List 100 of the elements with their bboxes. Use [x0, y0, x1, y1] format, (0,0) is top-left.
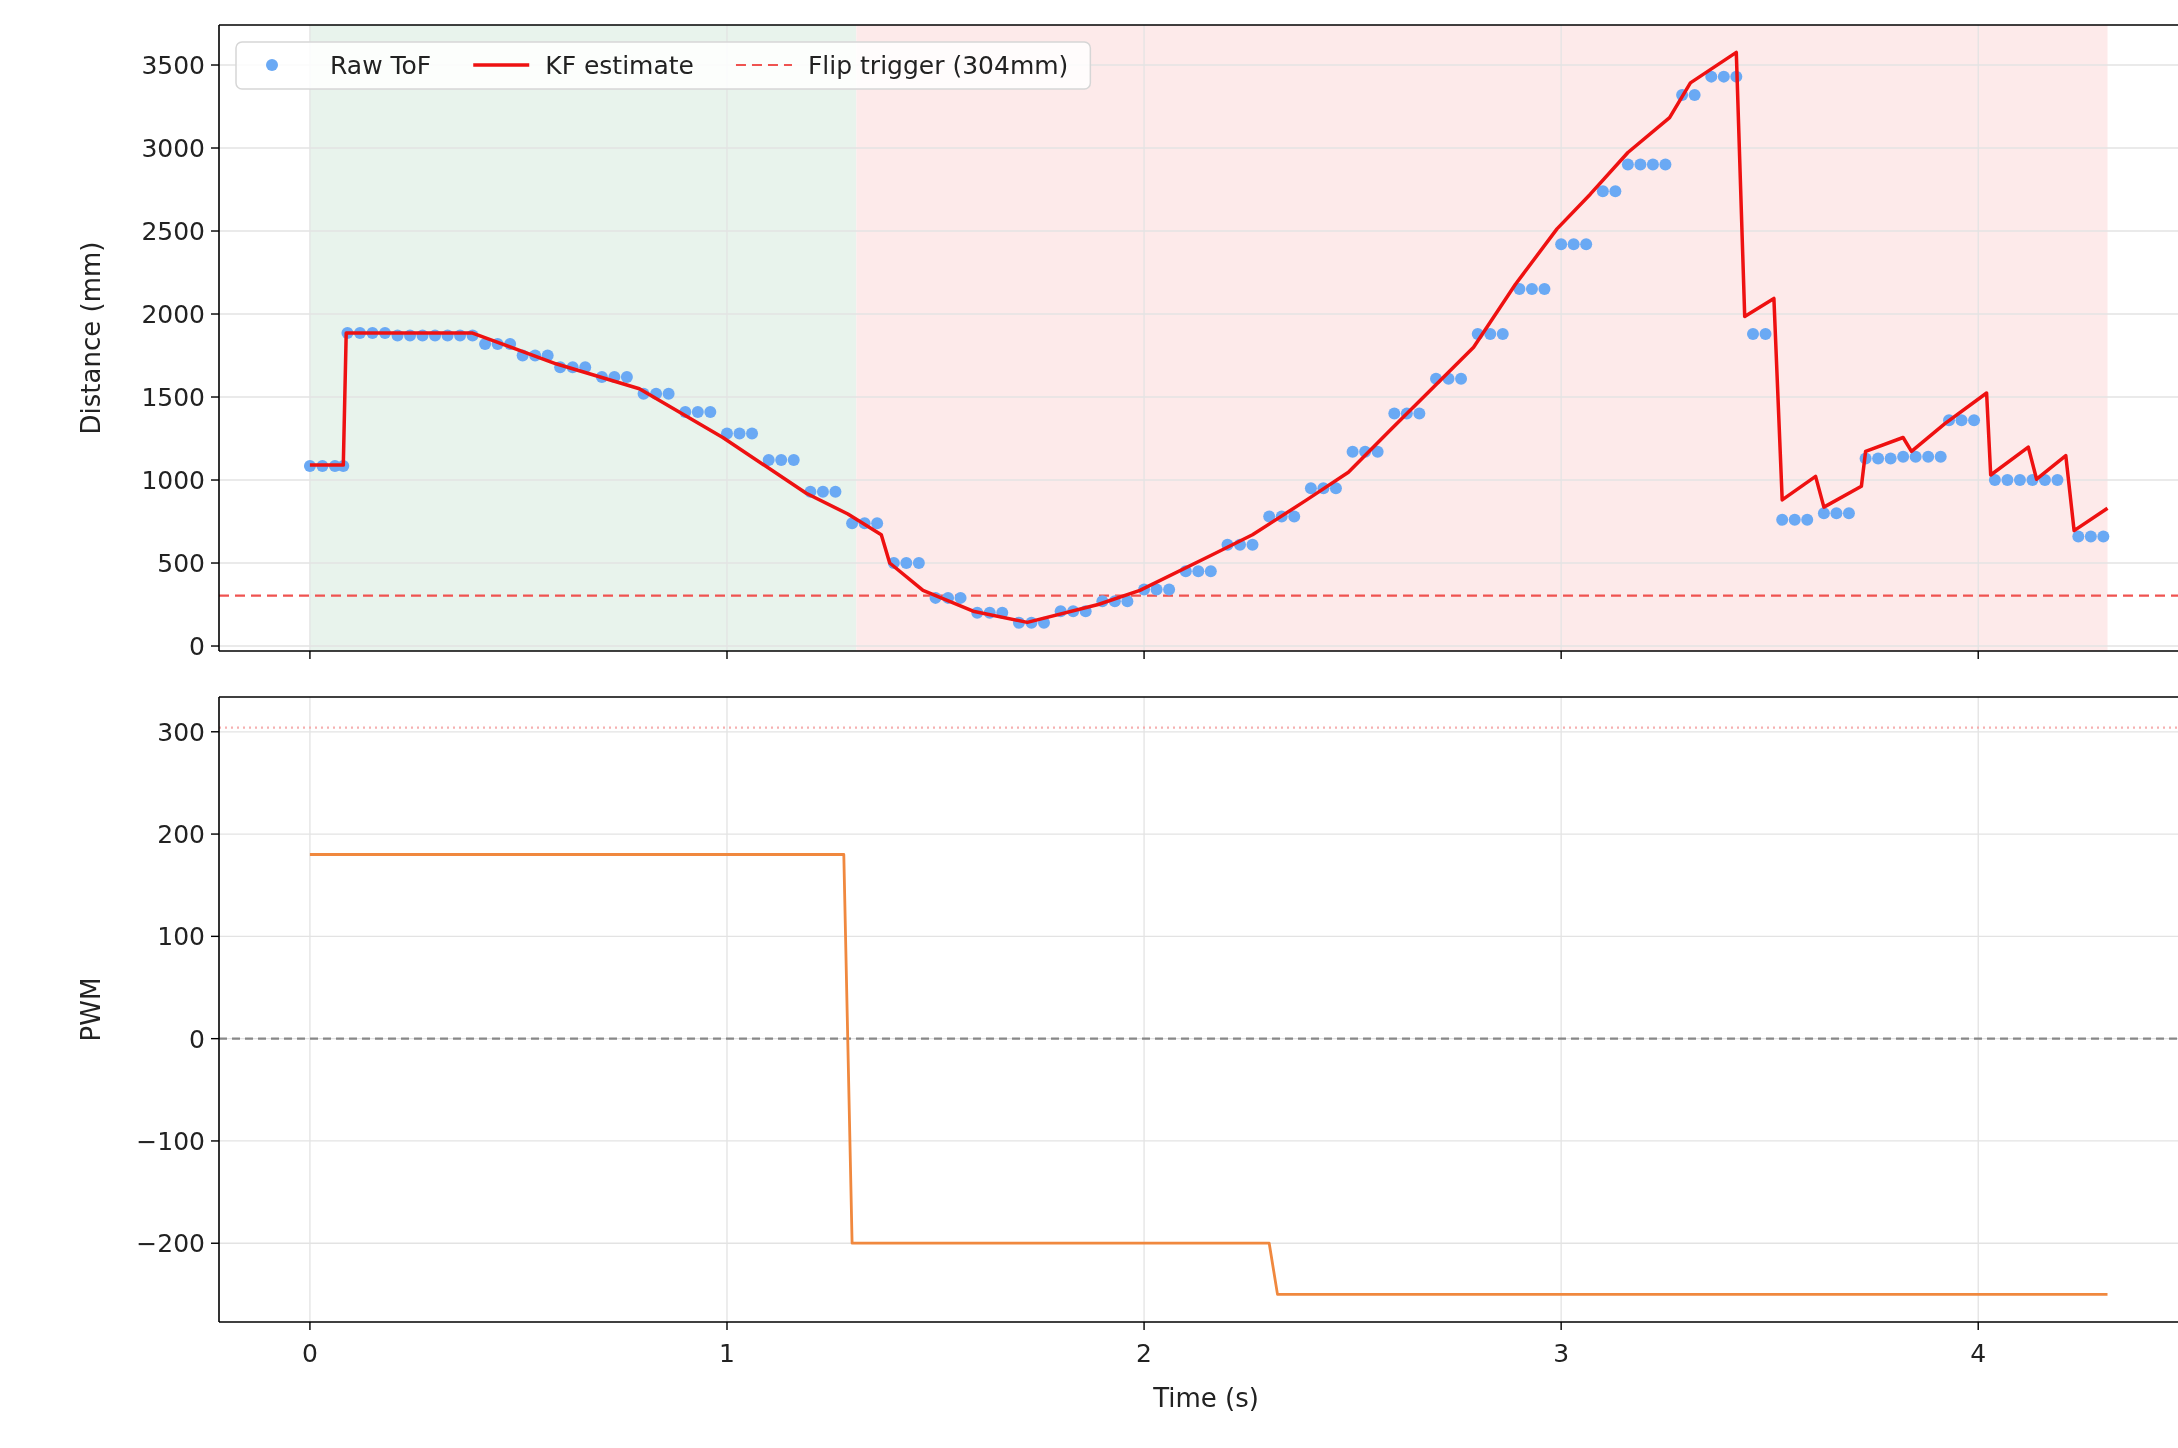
tick-label: 2000 [141, 300, 205, 329]
data-point [1555, 238, 1568, 251]
data-point [491, 337, 504, 350]
data-point [1567, 238, 1580, 251]
data-point [2072, 530, 2085, 543]
data-point [341, 327, 354, 340]
tick-label: 200 [157, 820, 205, 850]
data-point [929, 591, 942, 604]
data-point [1859, 452, 1872, 465]
data-point [1922, 450, 1935, 463]
tick-label: 3000 [141, 134, 205, 163]
data-point [1317, 482, 1330, 495]
data-point [1646, 158, 1659, 171]
data-point [1037, 616, 1050, 629]
data-point [1659, 158, 1672, 171]
data-point [1705, 70, 1718, 83]
data-point [353, 327, 366, 340]
legend-swatch [266, 59, 278, 71]
tick-label: −100 [136, 1126, 205, 1156]
data-point [595, 371, 608, 384]
data-point [1400, 407, 1413, 420]
tick-label: 1000 [141, 466, 205, 495]
data-point [1884, 452, 1897, 465]
data-point [2013, 474, 2026, 486]
data-point [1688, 88, 1701, 101]
data-point [504, 337, 517, 350]
data-point [983, 606, 996, 619]
data-point [620, 371, 633, 384]
data-point [1872, 452, 1885, 465]
axis-label: Time (s) [1153, 1383, 1259, 1413]
data-point [1717, 70, 1730, 83]
data-point [1096, 595, 1109, 608]
data-point [379, 327, 391, 340]
data-point [1413, 407, 1426, 420]
data-point [1776, 513, 1789, 526]
data-point [316, 459, 329, 472]
data-point [954, 591, 967, 604]
data-point [1234, 538, 1246, 551]
data-point [1968, 414, 1981, 427]
data-point [1955, 414, 1968, 427]
axis-label: Distance (mm) [76, 241, 106, 435]
data-point [1192, 565, 1205, 578]
data-point [1943, 414, 1956, 427]
data-point [912, 557, 925, 569]
data-point [1012, 616, 1025, 629]
data-point [2084, 530, 2097, 543]
data-point [1179, 565, 1192, 578]
data-point [1676, 88, 1689, 101]
data-point [1842, 507, 1855, 520]
tick-label: 100 [157, 922, 205, 952]
data-point [2038, 474, 2051, 486]
data-point [1108, 595, 1121, 608]
tick-label: 2 [1136, 1339, 1152, 1368]
data-point [1079, 605, 1092, 618]
data-point [1430, 372, 1442, 385]
tick-label: 0 [189, 632, 205, 661]
data-point [1621, 158, 1634, 171]
data-point [566, 361, 579, 374]
data-point [1817, 507, 1830, 520]
data-point [1442, 372, 1455, 385]
data-point [733, 427, 746, 440]
data-point [1163, 583, 1176, 596]
legend-label: Raw ToF [330, 51, 432, 80]
data-point [662, 387, 675, 400]
data-point [1759, 327, 1772, 340]
data-point [942, 591, 955, 604]
data-point [1288, 510, 1301, 523]
data-point [787, 454, 800, 467]
data-point [1580, 238, 1593, 251]
data-point [2026, 474, 2039, 486]
data-point [679, 405, 692, 418]
tick-label: 4 [1970, 1339, 1987, 1368]
tick-label: 300 [157, 717, 205, 747]
legend-label: KF estimate [545, 51, 694, 80]
data-point [1538, 283, 1551, 296]
tick-label: 1500 [141, 383, 205, 412]
tick-label: 1 [719, 1339, 735, 1368]
data-point [366, 327, 379, 340]
data-point [2097, 530, 2110, 543]
data-point [858, 517, 871, 530]
data-point [704, 405, 717, 418]
data-point [1221, 538, 1234, 551]
data-point [804, 485, 817, 498]
data-point [1830, 507, 1843, 520]
data-point [846, 517, 859, 530]
data-point [816, 485, 829, 498]
data-point [1747, 327, 1759, 340]
data-point [721, 427, 733, 440]
data-point [529, 349, 542, 362]
tick-label: 2500 [141, 217, 205, 246]
data-point [650, 387, 663, 400]
axis-label: PWM [76, 977, 106, 1042]
data-point [762, 454, 775, 467]
data-point [1513, 283, 1526, 296]
data-point [1934, 450, 1947, 463]
data-point [1525, 283, 1538, 296]
tick-label: 3 [1553, 1339, 1570, 1368]
data-point [1484, 327, 1497, 340]
data-point [1025, 616, 1038, 629]
data-point [775, 454, 788, 467]
